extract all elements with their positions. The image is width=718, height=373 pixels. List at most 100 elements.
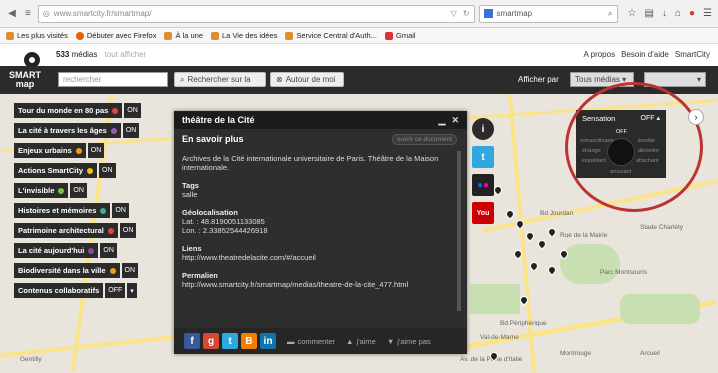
layer-item[interactable]: Enjeux urbains ON: [14, 143, 141, 158]
layer-toggle[interactable]: ON: [112, 203, 129, 218]
around-me-button[interactable]: ⊗ Autour de moi: [270, 72, 344, 87]
permalink-link[interactable]: http://www.smartcity.fr/smartmap/medias/…: [182, 280, 459, 289]
media-count: 533 médias tout afficher: [56, 50, 147, 59]
open-document-button[interactable]: ouvrir ce document: [391, 134, 457, 145]
chevron-right-icon[interactable]: ›: [688, 109, 704, 125]
back-icon[interactable]: ◀: [6, 8, 18, 19]
layer-toggle[interactable]: OFF: [105, 283, 126, 298]
folder-icon: [6, 31, 14, 40]
geo-label: Géolocalisation: [182, 208, 238, 217]
layer-toggle[interactable]: ON: [119, 223, 137, 238]
home-icon[interactable]: ⌂: [675, 8, 681, 19]
bookmark-item[interactable]: Les plus visités: [6, 31, 68, 40]
popup-scrollbar[interactable]: [457, 151, 461, 311]
menu-icon[interactable]: ≡: [22, 8, 34, 19]
layer-toggle[interactable]: ON: [70, 183, 87, 198]
layer-color-dot: [88, 247, 95, 254]
menu-icon[interactable]: ☰: [703, 8, 712, 19]
layer-color-dot: [112, 107, 119, 114]
comment-button[interactable]: ▬ commenter: [287, 337, 335, 346]
layer-toggle[interactable]: ON: [99, 163, 116, 178]
layer-item[interactable]: Tour du monde en 80 pas ON: [14, 103, 141, 118]
layer-item[interactable]: Patrimoine architectural ON: [14, 223, 141, 238]
bookmark-item[interactable]: Service Central d'Auth...: [285, 31, 377, 40]
layer-item[interactable]: Contenus collaboratifs OFF ▾: [14, 283, 141, 298]
folder-icon: [164, 31, 173, 40]
star-icon[interactable]: ☆: [628, 8, 637, 19]
layer-color-dot: [109, 267, 116, 274]
url-text: www.smartcity.fr/smartmap/: [53, 9, 152, 18]
smartmap-logo[interactable]: SMART map: [0, 71, 50, 89]
bookmark-item[interactable]: À la une: [164, 31, 203, 40]
popup-title: théâtre de la Cité: [182, 115, 255, 125]
links-label: Liens: [182, 244, 202, 253]
layer-toggle[interactable]: ON: [121, 263, 139, 278]
layer-item[interactable]: Biodiversité dans la ville ON: [14, 263, 141, 278]
about-link[interactable]: A propos: [584, 50, 616, 59]
firefox-icon: [75, 31, 84, 40]
search-icon[interactable]: ⌕: [608, 9, 612, 19]
layer-color-dot: [75, 147, 82, 154]
facebook-icon[interactable]: f: [184, 333, 200, 349]
layer-item[interactable]: Actions SmartCity ON: [14, 163, 141, 178]
dropdown-icon[interactable]: ▽: [451, 9, 457, 18]
folder-icon: [285, 31, 294, 40]
geo-lat: Lat. : 48.8190051133085: [182, 217, 265, 226]
dislike-button[interactable]: ▼ j'aime pas: [387, 337, 431, 346]
display-by-label: Afficher par: [518, 75, 559, 84]
twitter-bird-icon[interactable]: t: [472, 146, 494, 168]
bookmark-item[interactable]: La Vie des idées: [211, 31, 277, 40]
close-icon[interactable]: ✕: [451, 115, 459, 126]
download-icon[interactable]: ↓: [662, 8, 667, 19]
layer-item[interactable]: L'invisible ON: [14, 183, 141, 198]
tags-label: Tags: [182, 181, 199, 190]
layer-item[interactable]: La cité à travers les âges ON: [14, 123, 141, 138]
layer-item[interactable]: Histoires et mémoires ON: [14, 203, 141, 218]
layer-color-dot: [107, 227, 114, 234]
clipboard-icon[interactable]: ▤: [644, 8, 653, 19]
bookmark-item[interactable]: Débuter avec Firefox: [75, 31, 156, 40]
linkedin-icon[interactable]: in: [260, 333, 276, 349]
addon-icon[interactable]: ●: [689, 8, 695, 19]
like-button[interactable]: ▲ j'aime: [346, 337, 376, 346]
layer-item[interactable]: La cité aujourd'hui ON: [14, 243, 141, 258]
comment-icon: ▬: [287, 336, 295, 346]
minimize-icon[interactable]: ▁: [439, 115, 446, 126]
locate-icon: ⊗: [276, 75, 283, 84]
layer-toggle[interactable]: ON: [122, 123, 140, 138]
popup-side-buttons: i t ● ● You: [470, 118, 496, 224]
google-plus-icon[interactable]: g: [203, 333, 219, 349]
help-link[interactable]: Besoin d'aide: [621, 50, 669, 59]
layer-list: Tour du monde en 80 pas ON La cité à trav…: [14, 103, 141, 298]
url-field[interactable]: ◎ www.smartcity.fr/smartmap/ ▽ ↻: [37, 4, 475, 23]
reload-icon[interactable]: ↻: [463, 9, 470, 18]
search-button[interactable]: ⌕ Rechercher sur la: [174, 72, 266, 87]
chevron-down-icon[interactable]: ▾: [127, 283, 137, 298]
layer-color-dot: [87, 167, 94, 174]
folder-icon: [211, 31, 220, 40]
layer-color-dot: [100, 207, 107, 214]
flickr-icon[interactable]: ● ●: [472, 174, 494, 196]
geo-lon: Lon. : 2.33852544426918: [182, 226, 268, 235]
gmail-icon: [384, 31, 393, 40]
highlight-circle: [565, 82, 703, 212]
search-icon: ⌕: [180, 74, 185, 84]
browser-search-value: smartmap: [496, 9, 533, 18]
layer-toggle[interactable]: ON: [124, 103, 141, 118]
external-link[interactable]: http://www.theatredelacite.com/#/accueil: [182, 253, 459, 262]
layer-toggle[interactable]: ON: [87, 143, 105, 158]
thumbs-up-icon: ▲: [346, 336, 354, 346]
layer-color-dot: [58, 187, 65, 194]
blogger-icon[interactable]: B: [241, 333, 257, 349]
info-icon[interactable]: i: [472, 118, 494, 140]
tags-value[interactable]: salle: [182, 190, 459, 199]
search-engine-icon: [483, 9, 493, 18]
smartcity-link[interactable]: SmartCity: [675, 50, 710, 59]
bookmark-item[interactable]: Gmail: [384, 31, 416, 40]
browser-search-field[interactable]: smartmap ⌕: [478, 4, 618, 23]
layer-toggle[interactable]: ON: [100, 243, 117, 258]
youtube-icon[interactable]: You: [472, 202, 494, 224]
show-all-link[interactable]: tout afficher: [105, 50, 147, 59]
twitter-icon[interactable]: t: [222, 333, 238, 349]
search-input[interactable]: rechercher: [58, 72, 168, 87]
